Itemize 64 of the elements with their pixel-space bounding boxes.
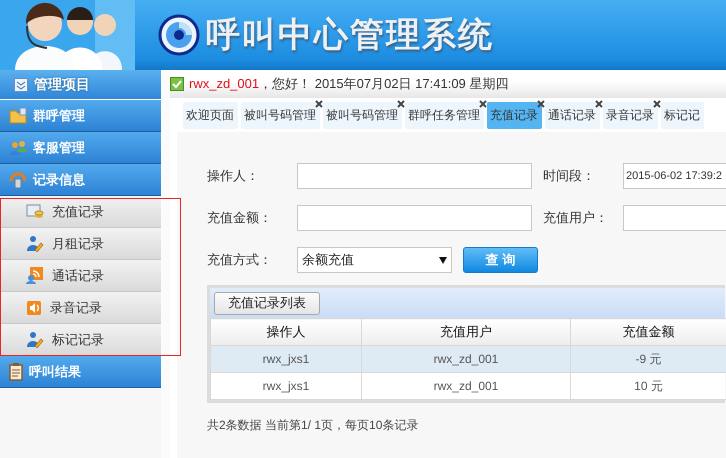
input-field[interactable]: 2015-06-02 17:39:2 xyxy=(623,163,726,189)
logo-icon xyxy=(158,14,200,56)
tab[interactable]: 通话记录 xyxy=(545,102,600,129)
headset-icon xyxy=(9,170,27,188)
submenu-item[interactable]: 录音记录 xyxy=(0,292,161,324)
tab[interactable]: 充值记录 xyxy=(487,102,542,129)
speaker-icon xyxy=(26,300,42,316)
close-icon[interactable] xyxy=(397,100,405,108)
tab[interactable]: 标记记 xyxy=(661,102,704,129)
collapse-icon xyxy=(14,78,28,92)
submenu-item[interactable]: 充值记录 xyxy=(0,196,161,228)
table-cell: -9 元 xyxy=(570,346,726,372)
submenu-label: 标记记录 xyxy=(52,330,104,348)
input-field[interactable] xyxy=(623,205,726,231)
feed-icon xyxy=(26,267,44,284)
menu-label: 记录信息 xyxy=(33,170,85,188)
submenu-label: 录音记录 xyxy=(50,298,102,316)
submenu-item[interactable]: 标记记录 xyxy=(0,324,161,356)
field-label: 操作人： xyxy=(207,167,260,185)
field-label: 时间段： xyxy=(543,167,596,185)
clipboard-icon xyxy=(9,362,23,380)
list-title-button[interactable]: 充值记录列表 xyxy=(214,292,320,314)
coins-icon xyxy=(26,204,44,219)
tab[interactable]: 欢迎页面 xyxy=(183,102,238,129)
sidebar-title: 管理项目 xyxy=(34,76,90,94)
menu-label: 客服管理 xyxy=(33,138,85,156)
input-field[interactable] xyxy=(297,163,532,189)
people-icon xyxy=(9,140,27,156)
submenu-item[interactable]: 通话记录 xyxy=(0,260,161,292)
close-icon[interactable] xyxy=(479,100,487,108)
submenu-label: 月租记录 xyxy=(52,234,104,252)
field-label: 充值金额： xyxy=(207,209,273,227)
close-icon[interactable] xyxy=(595,100,603,108)
table-cell: rwx_jxs1 xyxy=(210,372,362,400)
select-field[interactable]: 余额充值 xyxy=(297,247,452,273)
tab[interactable]: 被叫号码管理 xyxy=(323,102,402,129)
pagination-text: 共2条数据 当前第1/ 1页，每页10条记录 xyxy=(207,417,420,434)
user-pencil-icon xyxy=(26,235,44,252)
folder-icon xyxy=(9,107,27,124)
table-cell: rwx_jxs1 xyxy=(210,346,362,372)
tab[interactable]: 群呼任务管理 xyxy=(405,102,484,129)
column-header: 操作人 xyxy=(210,318,362,346)
close-icon[interactable] xyxy=(537,100,545,108)
submenu-item[interactable]: 月租记录 xyxy=(0,228,161,260)
check-icon xyxy=(170,77,184,91)
menu-label: 群呼管理 xyxy=(33,106,85,124)
tab[interactable]: 被叫号码管理 xyxy=(241,102,320,129)
column-header: 充值用户 xyxy=(362,318,570,346)
close-icon[interactable] xyxy=(315,100,323,108)
input-field[interactable] xyxy=(297,205,532,231)
field-label: 充值用户： xyxy=(543,209,609,227)
tab[interactable]: 录音记录 xyxy=(603,102,658,129)
field-label: 充值方式： xyxy=(207,251,273,269)
table-cell: rwx_zd_001 xyxy=(362,346,570,372)
dropdown-arrow-icon xyxy=(439,256,447,264)
submenu-label: 通话记录 xyxy=(52,266,104,284)
app-title: 呼叫中心管理系统 xyxy=(206,14,494,57)
user-pencil-icon xyxy=(26,331,44,348)
table-cell: rwx_zd_001 xyxy=(362,372,570,400)
greeting-text: rwx_zd_001，您好！ 2015年07月02日 17:41:09 星期四 xyxy=(189,75,508,93)
close-icon[interactable] xyxy=(653,100,661,108)
submenu-label: 充值记录 xyxy=(52,202,104,220)
column-header: 充值金额 xyxy=(570,318,726,346)
menu-label: 呼叫结果 xyxy=(29,362,81,380)
